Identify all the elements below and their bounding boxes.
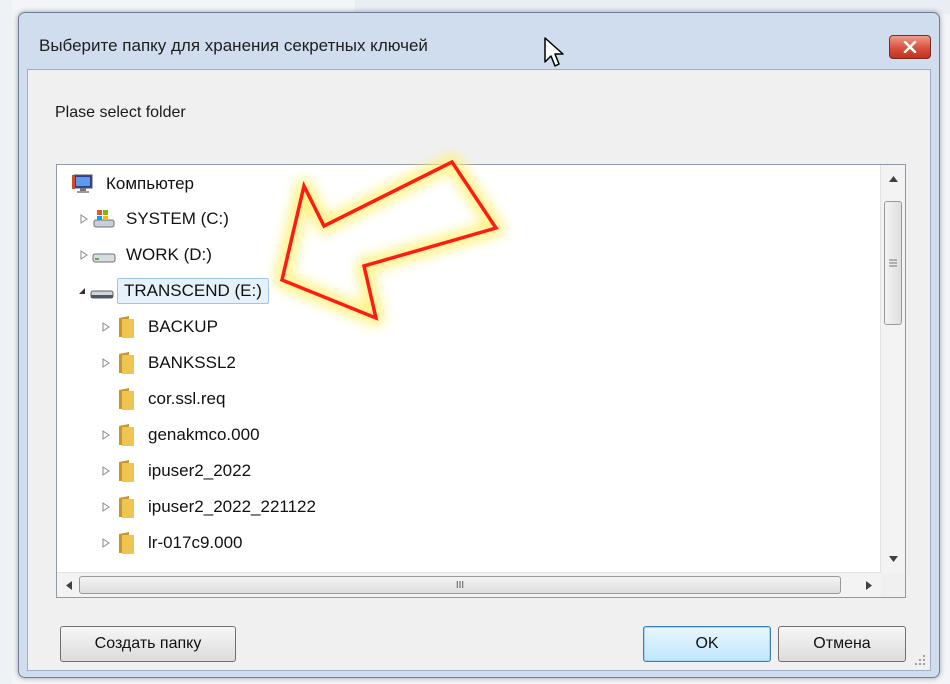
title-bar[interactable]: Выберите папку для хранения секретных кл… xyxy=(19,13,939,69)
scroll-left-button[interactable] xyxy=(61,573,77,597)
tree-item-folder[interactable]: ipuser2_2022 xyxy=(99,455,258,487)
mouse-cursor-icon xyxy=(544,37,564,67)
expand-arrow-icon[interactable] xyxy=(99,464,113,478)
background-panel xyxy=(0,0,12,684)
collapse-arrow-icon[interactable] xyxy=(75,284,89,298)
folder-icon xyxy=(113,351,139,375)
scroll-up-icon xyxy=(888,176,898,182)
tree-item-work-drive[interactable]: WORK (D:) xyxy=(77,239,219,271)
folder-tree[interactable]: Компьютер SYSTEM (C:) WORK (D:) TRANSCEN… xyxy=(56,164,906,598)
horizontal-scrollbar[interactable]: III xyxy=(57,572,881,597)
tree-item-folder[interactable]: cor.ssl.req xyxy=(113,383,232,415)
scrollbar-corner xyxy=(881,573,905,597)
removable-drive-icon xyxy=(89,279,115,303)
folder-icon xyxy=(113,423,139,447)
ok-button[interactable]: OK xyxy=(643,626,771,662)
tree-item-label: ipuser2_2022 xyxy=(148,461,252,480)
scroll-right-icon xyxy=(866,580,872,590)
vertical-scroll-thumb[interactable] xyxy=(884,201,902,325)
close-icon xyxy=(903,41,917,53)
create-folder-button[interactable]: Создать папку xyxy=(60,626,236,662)
select-folder-prompt: Plase select folder xyxy=(55,104,186,121)
tree-item-folder[interactable]: ipuser2_2022_221122 xyxy=(99,491,323,523)
expand-arrow-icon[interactable] xyxy=(99,536,113,550)
scroll-right-button[interactable] xyxy=(861,573,877,597)
cancel-button[interactable]: Отмена xyxy=(778,626,906,662)
drive-icon xyxy=(91,243,117,267)
tree-item-label: BACKUP xyxy=(148,317,218,336)
expand-arrow-icon[interactable] xyxy=(77,248,91,262)
folder-icon xyxy=(113,531,139,555)
expand-arrow-icon[interactable] xyxy=(99,500,113,514)
tree-item-label: SYSTEM (C:) xyxy=(126,209,229,228)
folder-icon xyxy=(113,315,139,339)
tree-item-label: lr-017c9.000 xyxy=(148,533,243,552)
resize-grip-icon[interactable] xyxy=(914,654,926,666)
dialog-client-area: Plase select folder Компьютер SYSTEM (C:… xyxy=(27,69,931,671)
scroll-down-button[interactable] xyxy=(881,549,905,569)
scroll-left-icon xyxy=(66,580,72,590)
tree-item-label: ipuser2_2022_221122 xyxy=(148,497,316,516)
tree-item-label: WORK (D:) xyxy=(126,245,212,264)
scroll-up-button[interactable] xyxy=(881,169,905,189)
tree-item-label: BANKSSL2 xyxy=(148,353,236,372)
tree-item-folder[interactable]: BANKSSL2 xyxy=(99,347,243,379)
tree-item-label: genakmco.000 xyxy=(148,425,260,444)
dialog-title: Выберите папку для хранения секретных кл… xyxy=(39,36,428,55)
grip-lines-icon: III xyxy=(455,579,465,591)
expand-arrow-icon[interactable] xyxy=(99,320,113,334)
tree-item-transcend-drive[interactable]: TRANSCEND (E:) xyxy=(75,275,269,307)
expand-arrow-icon[interactable] xyxy=(99,428,113,442)
folder-tree-rows: Компьютер SYSTEM (C:) WORK (D:) TRANSCEN… xyxy=(57,165,881,573)
folder-icon xyxy=(113,387,139,411)
tree-item-computer[interactable]: Компьютер xyxy=(71,168,201,200)
folder-icon xyxy=(113,495,139,519)
tree-item-label: cor.ssl.req xyxy=(148,389,226,408)
expand-arrow-icon[interactable] xyxy=(99,356,113,370)
close-button[interactable] xyxy=(889,35,931,59)
system-drive-icon xyxy=(91,207,117,231)
computer-icon xyxy=(71,172,97,196)
grip-lines-icon xyxy=(889,259,897,267)
horizontal-scroll-thumb[interactable]: III xyxy=(79,576,841,594)
tree-item-folder[interactable]: BACKUP xyxy=(99,311,225,343)
folder-select-dialog: Выберите папку для хранения секретных кл… xyxy=(18,12,940,678)
tree-item-folder[interactable]: genakmco.000 xyxy=(99,419,267,451)
tree-item-label: TRANSCEND (E:) xyxy=(117,278,269,304)
vertical-scrollbar[interactable] xyxy=(880,165,905,573)
tree-item-label: Компьютер xyxy=(106,174,194,193)
folder-icon xyxy=(113,459,139,483)
tree-item-system-drive[interactable]: SYSTEM (C:) xyxy=(77,203,236,235)
expand-arrow-icon[interactable] xyxy=(77,212,91,226)
scroll-down-icon xyxy=(888,556,898,562)
tree-item-folder[interactable]: lr-017c9.000 xyxy=(99,527,250,559)
